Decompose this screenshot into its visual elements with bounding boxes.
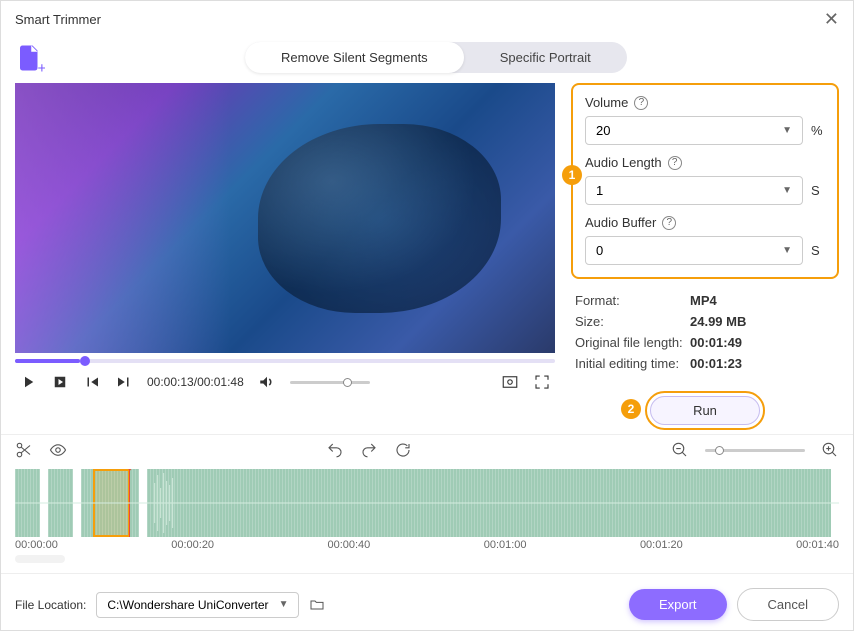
audio-length-label: Audio Length [585, 155, 662, 170]
help-icon[interactable]: ? [662, 216, 676, 230]
time-display: 00:00:13/00:01:48 [147, 375, 244, 389]
chevron-down-icon: ▼ [782, 125, 792, 136]
help-icon[interactable]: ? [634, 96, 648, 110]
close-icon[interactable]: ✕ [824, 9, 839, 30]
prev-icon[interactable] [83, 373, 101, 391]
size-value: 24.99 MB [690, 314, 746, 329]
video-preview[interactable] [15, 83, 555, 353]
time-ruler: 00:00:0000:00:2000:00:4000:01:0000:01:20… [15, 539, 839, 555]
orig-len-value: 00:01:49 [690, 335, 742, 350]
settings-panel: 1 Volume? 20▼ % Audio Length? 1▼ S Audio… [571, 83, 839, 279]
run-button[interactable]: Run [650, 396, 760, 425]
chevron-down-icon: ▼ [279, 599, 289, 610]
eye-icon[interactable] [49, 441, 67, 459]
seek-bar[interactable] [15, 359, 555, 363]
cancel-button[interactable]: Cancel [737, 588, 839, 621]
redo-icon[interactable] [360, 441, 378, 459]
chevron-down-icon: ▼ [782, 185, 792, 196]
chevron-down-icon: ▼ [782, 245, 792, 256]
audio-buffer-label: Audio Buffer [585, 215, 656, 230]
init-time-label: Initial editing time: [575, 356, 690, 371]
size-label: Size: [575, 314, 690, 329]
format-label: Format: [575, 293, 690, 308]
waveform[interactable] [15, 469, 839, 537]
window-title: Smart Trimmer [15, 12, 101, 27]
stop-icon[interactable] [51, 373, 69, 391]
audio-length-dropdown[interactable]: 1▼ [585, 176, 803, 205]
volume-icon[interactable] [258, 373, 276, 391]
callout-2: 2 [621, 399, 641, 419]
zoom-slider[interactable] [705, 449, 805, 452]
file-location-dropdown[interactable]: C:\Wondershare UniConverter▼ [96, 592, 299, 618]
file-location-label: File Location: [15, 598, 86, 612]
volume-slider[interactable] [290, 381, 370, 384]
timeline-scrollbar[interactable] [15, 555, 65, 563]
zoom-in-icon[interactable] [821, 441, 839, 459]
volume-dropdown[interactable]: 20▼ [585, 116, 803, 145]
audio-buffer-dropdown[interactable]: 0▼ [585, 236, 803, 265]
mode-tabs: Remove Silent Segments Specific Portrait [245, 42, 627, 73]
format-value: MP4 [690, 293, 717, 308]
orig-len-label: Original file length: [575, 335, 690, 350]
export-button[interactable]: Export [629, 589, 727, 620]
volume-label: Volume [585, 95, 628, 110]
init-time-value: 00:01:23 [690, 356, 742, 371]
zoom-out-icon[interactable] [671, 441, 689, 459]
fullscreen-icon[interactable] [533, 373, 551, 391]
undo-icon[interactable] [326, 441, 344, 459]
refresh-icon[interactable] [394, 441, 412, 459]
play-icon[interactable] [19, 373, 37, 391]
logo-icon: + [15, 43, 45, 73]
svg-text:+: + [38, 60, 46, 73]
callout-1: 1 [562, 165, 582, 185]
next-icon[interactable] [115, 373, 133, 391]
tab-remove-silent[interactable]: Remove Silent Segments [245, 42, 464, 73]
cut-icon[interactable] [15, 441, 33, 459]
tab-specific-portrait[interactable]: Specific Portrait [464, 42, 627, 73]
folder-icon[interactable] [309, 597, 325, 613]
snapshot-icon[interactable] [501, 373, 519, 391]
help-icon[interactable]: ? [668, 156, 682, 170]
